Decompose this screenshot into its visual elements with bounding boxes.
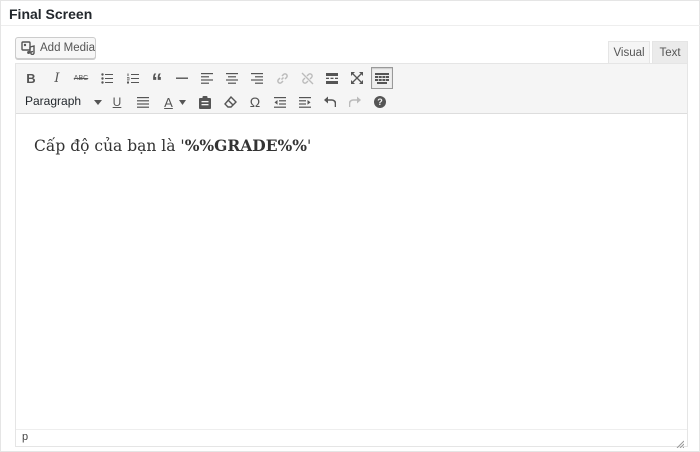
blockquote-button[interactable]: “ bbox=[146, 67, 168, 93]
align-left-button[interactable] bbox=[196, 67, 218, 89]
remove-link-button[interactable] bbox=[296, 67, 318, 89]
remove-link-icon bbox=[301, 72, 314, 85]
fullscreen-icon bbox=[351, 72, 363, 84]
bulleted-list-button[interactable] bbox=[96, 67, 118, 89]
resize-handle-icon[interactable] bbox=[676, 435, 685, 449]
editor-content[interactable]: Cấp độ của bạn là '%%GRADE%%' bbox=[16, 115, 687, 429]
underline-button[interactable]: U bbox=[106, 91, 128, 113]
clear-formatting-button[interactable] bbox=[219, 91, 241, 113]
indent-icon bbox=[299, 96, 311, 108]
horizontal-line-button[interactable] bbox=[171, 67, 193, 89]
align-right-icon bbox=[251, 72, 263, 84]
add-media-label: Add Media bbox=[40, 42, 95, 54]
format-select-value: Paragraph bbox=[25, 94, 82, 108]
italic-button[interactable]: I bbox=[46, 67, 68, 89]
redo-button[interactable] bbox=[344, 91, 366, 113]
clear-formatting-icon bbox=[223, 96, 237, 108]
read-more-icon bbox=[326, 72, 338, 84]
editor-toolbar: B I ABC “ Paragraph U A Ω ? bbox=[16, 64, 687, 114]
underline-icon: U bbox=[112, 95, 122, 109]
help-icon: ? bbox=[374, 96, 386, 108]
justify-icon bbox=[137, 96, 149, 108]
read-more-button[interactable] bbox=[321, 67, 343, 89]
special-character-button[interactable]: Ω bbox=[244, 91, 266, 113]
align-right-button[interactable] bbox=[246, 67, 268, 89]
content-text-suffix: ' bbox=[307, 137, 312, 155]
numbered-list-button[interactable] bbox=[122, 67, 144, 89]
paste-as-text-button[interactable] bbox=[194, 91, 216, 113]
undo-button[interactable] bbox=[319, 91, 341, 113]
strikethrough-icon: ABC bbox=[73, 74, 89, 82]
add-media-button[interactable]: Add Media bbox=[15, 37, 96, 59]
tab-visual[interactable]: Visual bbox=[608, 41, 650, 64]
strikethrough-button[interactable]: ABC bbox=[70, 67, 92, 89]
editor: B I ABC “ Paragraph U A Ω ? Cấp độ của b… bbox=[15, 63, 688, 449]
content-paragraph: Cấp độ của bạn là '%%GRADE%%' bbox=[34, 136, 311, 155]
align-center-icon bbox=[226, 72, 238, 84]
bold-button[interactable]: B bbox=[20, 67, 42, 89]
justify-button[interactable] bbox=[132, 91, 154, 113]
numbered-list-icon bbox=[127, 73, 139, 84]
chevron-down-icon bbox=[94, 94, 102, 108]
fullscreen-button[interactable] bbox=[346, 67, 368, 89]
help-button[interactable]: ? bbox=[369, 91, 391, 113]
editor-statusbar: p bbox=[16, 429, 687, 449]
tab-text[interactable]: Text bbox=[652, 41, 688, 64]
format-select[interactable]: Paragraph bbox=[20, 91, 106, 111]
redo-icon bbox=[349, 96, 361, 108]
undo-icon bbox=[324, 96, 336, 108]
indent-button[interactable] bbox=[294, 91, 316, 113]
outdent-button[interactable] bbox=[269, 91, 291, 113]
blockquote-icon: “ bbox=[151, 69, 163, 94]
editor-panel: Final Screen Add Media Visual Text B I A… bbox=[0, 0, 700, 452]
text-color-chevron-icon bbox=[178, 99, 186, 105]
insert-link-button[interactable] bbox=[271, 67, 293, 89]
toolbar-toggle-icon bbox=[375, 72, 389, 84]
italic-icon: I bbox=[54, 70, 60, 86]
toolbar-toggle-button[interactable] bbox=[371, 67, 393, 89]
add-media-icon bbox=[21, 41, 36, 55]
special-character-icon: Ω bbox=[249, 94, 261, 110]
align-left-icon bbox=[201, 72, 213, 84]
element-path[interactable]: p bbox=[22, 431, 28, 443]
title-divider bbox=[1, 25, 700, 26]
outdent-icon bbox=[274, 96, 286, 108]
content-text-prefix: Cấp độ của bạn là ' bbox=[34, 137, 185, 155]
text-color-icon: A bbox=[164, 94, 173, 110]
horizontal-line-icon bbox=[176, 76, 188, 80]
content-text-bold: %%GRADE%% bbox=[184, 136, 307, 155]
bold-icon: B bbox=[26, 70, 36, 86]
bulleted-list-icon bbox=[101, 72, 113, 84]
align-center-button[interactable] bbox=[221, 67, 243, 89]
panel-title: Final Screen bbox=[9, 6, 93, 22]
paste-as-text-icon bbox=[199, 95, 211, 109]
text-color-button[interactable]: A bbox=[158, 91, 192, 113]
insert-link-icon bbox=[276, 72, 289, 85]
